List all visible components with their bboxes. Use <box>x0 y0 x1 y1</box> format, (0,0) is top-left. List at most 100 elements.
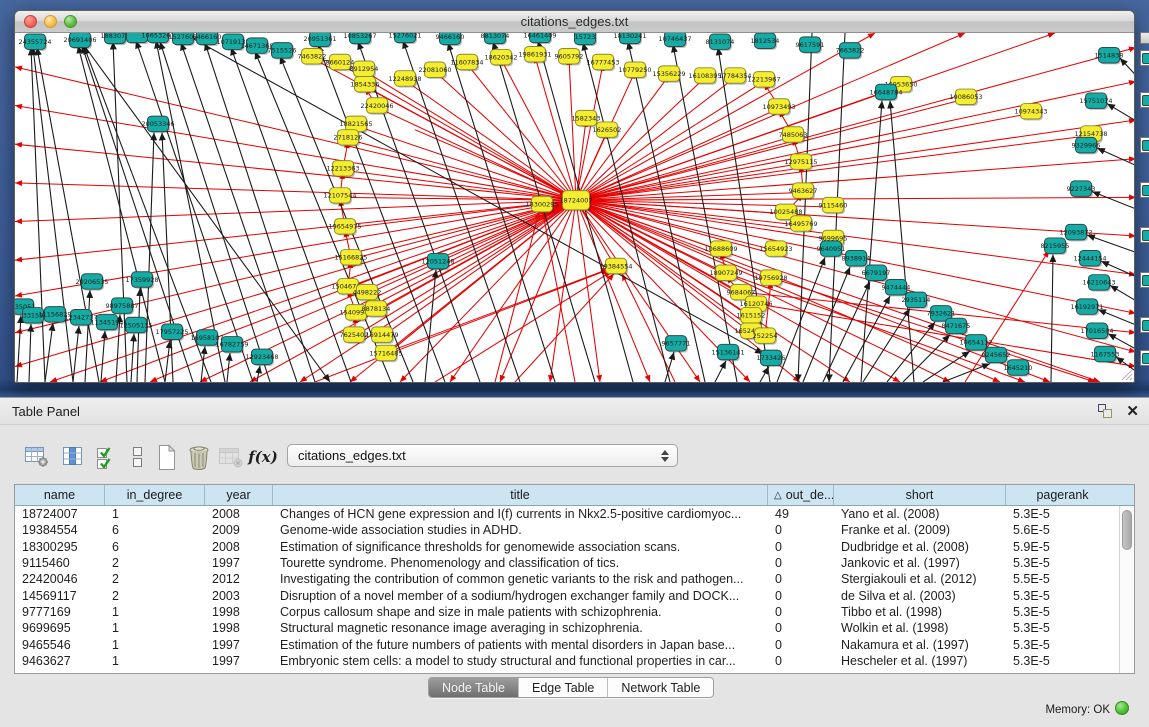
table-cell: 5.3E-5 <box>1006 654 1119 668</box>
graph-node-label: 1615152 <box>737 312 766 320</box>
graph-edge <box>576 76 669 201</box>
float-panel-icon[interactable] <box>1097 403 1114 420</box>
graph-edge <box>405 80 576 200</box>
graph-node-label: 18821565 <box>340 120 373 128</box>
table-cell: 5.3E-5 <box>1006 638 1119 652</box>
graph-edge <box>31 48 45 382</box>
tab-node-table[interactable]: Node Table <box>429 678 518 697</box>
table-row[interactable]: 1872400712008Changes of HCN gene express… <box>15 506 1134 522</box>
tab-network-table[interactable]: Network Table <box>607 678 713 697</box>
graph-node-label: 16120746 <box>740 300 773 308</box>
table-row[interactable]: 946362711997Embryonic stem cells: a mode… <box>15 653 1134 669</box>
column-header-year[interactable]: year <box>205 485 273 505</box>
graph-node-label: 1733426 <box>757 354 786 362</box>
column-header-short[interactable]: short <box>834 485 1006 505</box>
table-row[interactable]: 1830029562008Estimation of significance … <box>15 539 1134 555</box>
table-cell: Estimation of the future numbers of pati… <box>273 638 768 652</box>
column-header-name[interactable]: name <box>15 485 105 505</box>
column-header-pagerank[interactable]: pagerank <box>1006 485 1119 505</box>
zoom-window-button[interactable] <box>64 15 77 28</box>
table-row[interactable]: 1456911722003Disruption of a novel membe… <box>15 587 1134 603</box>
graph-edge <box>205 43 315 382</box>
table-cell: 0 <box>768 589 834 603</box>
graph-node-label: 9466160 <box>436 33 465 41</box>
graph-edge <box>803 267 850 382</box>
graph-edge <box>145 133 154 382</box>
graph-node-label: 1582343 <box>572 114 601 122</box>
graph-edge <box>1107 104 1134 121</box>
close-window-button[interactable] <box>24 15 37 28</box>
graph-node-label: 12505135 <box>120 321 153 329</box>
graph-node-label: 16914479 <box>366 331 399 339</box>
memory-status-label: Memory: OK <box>1045 704 1110 716</box>
graph-node-label: 12107544 <box>324 192 357 200</box>
column-header-title[interactable]: title <box>273 485 768 505</box>
table-cell: 2008 <box>205 507 273 521</box>
graph-edge <box>576 200 700 382</box>
table-cell: 0 <box>768 654 834 668</box>
graph-node-label: 20053346 <box>142 120 175 128</box>
select-all-rows-icon <box>95 444 119 470</box>
graph-node-label: 10974343 <box>1015 108 1048 116</box>
table-row[interactable]: 969969511998Structural magnetic resonanc… <box>15 620 1134 636</box>
select-column-button[interactable] <box>58 442 88 472</box>
table-cell: 2 <box>105 572 205 586</box>
graph-edge <box>576 33 875 200</box>
cytoscape-desktop: citations_edges.txt 24355724206914061883… <box>0 0 1149 727</box>
network-canvas[interactable]: 2435572420691406188307410653267152760264… <box>15 33 1134 382</box>
delete-column-icon <box>186 444 212 471</box>
table-cell: 1998 <box>205 621 273 635</box>
graph-node-label: 12923468 <box>246 353 279 361</box>
graph-node-label: 16495769 <box>785 220 818 228</box>
close-panel-icon[interactable]: ✕ <box>1126 404 1139 419</box>
table-cell: 2 <box>105 589 205 603</box>
graph-edge <box>348 139 576 200</box>
table-cell: Estimation of significance thresholds fo… <box>273 540 768 554</box>
table-scrollbar[interactable] <box>1119 506 1134 673</box>
graph-node-label: 9227343 <box>1067 185 1096 193</box>
network-graph[interactable]: 2435572420691406188307410653267152760264… <box>15 33 1134 382</box>
memory-status-indicator[interactable] <box>1115 701 1129 715</box>
graph-node-label: 17957225 <box>156 328 189 336</box>
graph-node-label: 12213967 <box>748 76 781 84</box>
select-all-rows-button[interactable] <box>92 442 122 472</box>
column-header-out-degree[interactable]: △ out_de... <box>768 485 834 505</box>
table-row[interactable]: 911546021997Tourette syndrome. Phenomeno… <box>15 555 1134 571</box>
graph-node-label: 7932621 <box>927 310 956 318</box>
network-window-titlebar[interactable]: citations_edges.txt <box>15 11 1134 33</box>
table-row[interactable]: 1938455462009Genome-wide association stu… <box>15 522 1134 538</box>
network-view-window[interactable]: citations_edges.txt 24355724206914061883… <box>14 10 1135 383</box>
delete-table-button[interactable] <box>216 442 246 472</box>
tab-edge-table[interactable]: Edge Table <box>518 678 607 697</box>
graph-node-label: 16192971 <box>1071 303 1104 311</box>
table-cell: de Silva et al. (2003) <box>834 589 1006 603</box>
graph-node-label: 18907249 <box>710 269 743 277</box>
table-cell: 22420046 <box>15 572 105 586</box>
graph-node-label: 15751074 <box>1080 97 1113 105</box>
table-row[interactable]: 946554611997Estimation of the future num… <box>15 636 1134 652</box>
table-cell: 19384554 <box>15 523 105 537</box>
graph-edge <box>45 323 53 382</box>
graph-node-label: 252254 <box>753 332 778 340</box>
new-column-button[interactable] <box>152 442 182 472</box>
table-row[interactable]: 977716911998Corpus callosum shape and si… <box>15 604 1134 620</box>
minimize-window-button[interactable] <box>44 15 57 28</box>
window-resize-grip[interactable] <box>1119 367 1133 381</box>
table-cell: Franke et al. (2009) <box>834 523 1006 537</box>
function-builder-button[interactable]: f(x) <box>248 442 278 472</box>
graph-node-label: 9657771 <box>662 340 691 348</box>
graph-node-label: 9329966 <box>1072 142 1101 150</box>
table-select-dropdown[interactable]: citations_edges.txt <box>287 444 678 467</box>
table-scrollbar-thumb[interactable] <box>1122 510 1132 550</box>
table-row[interactable]: 2242004622012Investigating the contribut… <box>15 571 1134 587</box>
graph-node-label: 2935114 <box>902 296 931 304</box>
graph-node-label: 12093872 <box>1060 229 1093 237</box>
graph-node-label: 16461409 <box>524 33 557 39</box>
unselect-rows-button[interactable] <box>122 442 152 472</box>
column-header-in-degree[interactable]: in_degree <box>105 485 205 505</box>
table-cell: 0 <box>768 621 834 635</box>
graph-node-label: 15136141 <box>712 348 745 356</box>
graph-node-label: 15166825 <box>335 254 368 262</box>
table-settings-button[interactable] <box>22 442 52 472</box>
delete-column-button[interactable] <box>184 442 214 472</box>
